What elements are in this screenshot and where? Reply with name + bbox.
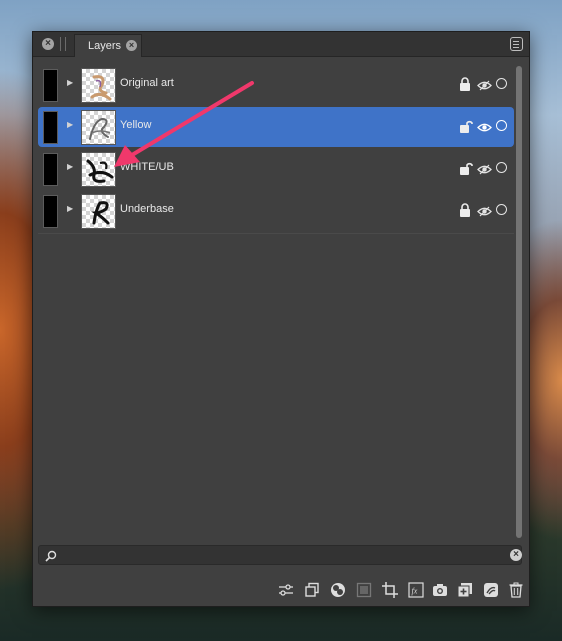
layer-thumbnail bbox=[81, 68, 116, 103]
layer-color-swatch bbox=[43, 195, 58, 228]
expand-triangle-icon[interactable]: ▶ bbox=[67, 78, 73, 87]
duplicate-icon[interactable] bbox=[304, 582, 320, 598]
lock-open-icon[interactable] bbox=[459, 119, 473, 138]
layer-name: Original art bbox=[120, 77, 174, 89]
search-input[interactable] bbox=[61, 548, 505, 564]
expand-triangle-icon[interactable]: ▶ bbox=[67, 162, 73, 171]
close-tab-icon[interactable]: × bbox=[126, 40, 137, 51]
layers-panel: × Layers × ▶ Original art ▶ Yellow ▶ WHI… bbox=[32, 31, 530, 607]
lock-open-icon[interactable] bbox=[459, 161, 473, 180]
bottom-toolbar: fx bbox=[33, 580, 529, 602]
layer-color-swatch bbox=[43, 153, 58, 186]
eye-icon[interactable] bbox=[477, 120, 492, 138]
trash-icon[interactable] bbox=[508, 582, 524, 598]
blend-ranges-icon[interactable] bbox=[330, 582, 346, 598]
visibility-circle-icon[interactable] bbox=[496, 204, 507, 215]
search-icon bbox=[45, 549, 57, 567]
lock-closed-icon[interactable] bbox=[459, 203, 471, 222]
snapshot-camera-icon[interactable] bbox=[432, 582, 448, 598]
layer-thumbnail bbox=[81, 152, 116, 187]
eye-icon[interactable] bbox=[477, 162, 492, 180]
layer-name: Yellow bbox=[120, 119, 152, 131]
close-panel-icon[interactable]: × bbox=[42, 38, 54, 50]
layer-name: WHITE/UB bbox=[120, 161, 174, 173]
lock-closed-icon[interactable] bbox=[459, 77, 471, 96]
layer-row-selected[interactable]: ▶ Yellow bbox=[38, 107, 514, 147]
layer-name: Underbase bbox=[120, 203, 174, 215]
tab-label: Layers bbox=[88, 40, 122, 52]
search-bar: × bbox=[38, 545, 522, 565]
mask-icon[interactable] bbox=[356, 582, 372, 598]
list-divider bbox=[38, 233, 514, 234]
clear-search-icon[interactable]: × bbox=[510, 549, 522, 561]
crop-icon[interactable] bbox=[382, 582, 398, 598]
visibility-circle-icon[interactable] bbox=[496, 120, 507, 131]
visibility-circle-icon[interactable] bbox=[496, 162, 507, 173]
panel-titlebar: × Layers × bbox=[33, 32, 529, 57]
panel-menu-icon[interactable] bbox=[510, 37, 523, 51]
layer-row[interactable]: ▶ Underbase bbox=[38, 191, 514, 231]
layer-row[interactable]: ▶ WHITE/UB bbox=[38, 149, 514, 189]
tab-layers[interactable]: Layers × bbox=[74, 34, 142, 57]
layer-row[interactable]: ▶ Original art bbox=[38, 65, 514, 105]
layer-color-swatch bbox=[43, 111, 58, 144]
add-layer-icon[interactable] bbox=[457, 582, 473, 598]
adjustments-icon[interactable] bbox=[278, 582, 294, 598]
eye-icon[interactable] bbox=[477, 204, 492, 222]
layer-thumbnail bbox=[81, 194, 116, 229]
svg-text:fx: fx bbox=[412, 587, 418, 596]
fx-icon[interactable]: fx bbox=[408, 582, 424, 598]
eye-icon[interactable] bbox=[477, 78, 492, 96]
layer-color-swatch bbox=[43, 69, 58, 102]
scrollbar[interactable] bbox=[516, 66, 522, 538]
visibility-circle-icon[interactable] bbox=[496, 78, 507, 89]
layer-thumbnail bbox=[81, 110, 116, 145]
expand-triangle-icon[interactable]: ▶ bbox=[67, 204, 73, 213]
expand-triangle-icon[interactable]: ▶ bbox=[67, 120, 73, 129]
add-pixel-layer-icon[interactable] bbox=[483, 582, 499, 598]
drag-grip-icon[interactable] bbox=[60, 37, 66, 51]
